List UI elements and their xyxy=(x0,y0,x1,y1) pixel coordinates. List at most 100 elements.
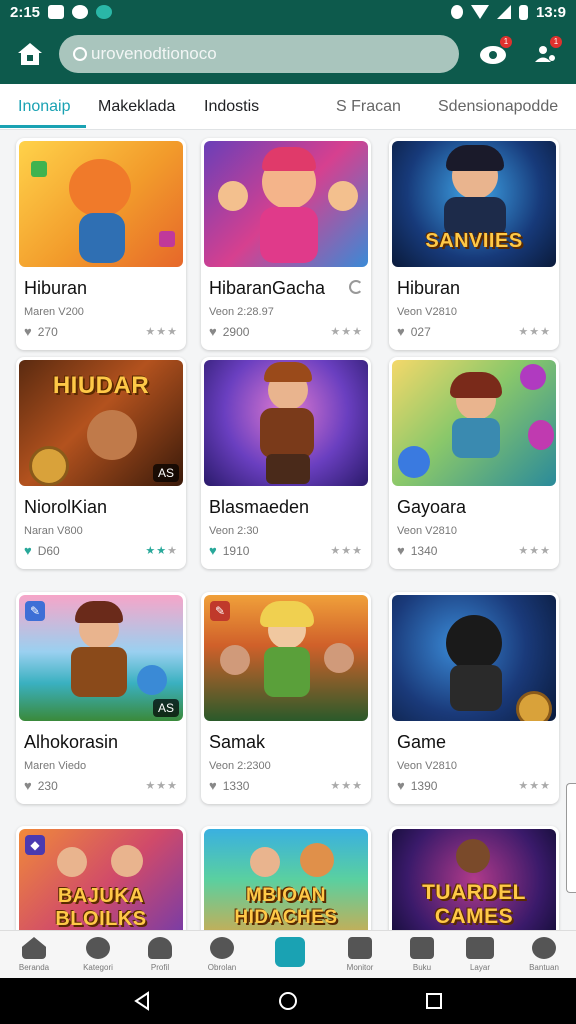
nav-screen[interactable]: Layar xyxy=(460,937,500,977)
back-icon[interactable] xyxy=(132,991,152,1011)
game-thumbnail xyxy=(392,360,556,486)
edit-icon[interactable]: ✎ xyxy=(25,601,45,621)
battery-icon xyxy=(518,4,528,20)
status-clock: 13:9 xyxy=(535,3,566,21)
home-icon xyxy=(18,43,42,65)
location-icon xyxy=(450,5,463,19)
game-card[interactable]: Blasmaeden Veon 2:30 ♥ 1910 ★★★ xyxy=(201,357,371,569)
nav-apps[interactable] xyxy=(270,937,310,977)
help-icon xyxy=(532,937,556,959)
chat-icon xyxy=(210,937,234,959)
like-count[interactable]: ♥ 1390 xyxy=(397,778,437,793)
game-title: Game xyxy=(397,732,447,752)
nav-chat[interactable]: Obrolan xyxy=(202,937,242,977)
tab-inonaip[interactable]: Inonaip xyxy=(18,98,71,116)
game-card[interactable]: MBIOAN HIDACHES xyxy=(201,826,371,930)
notification-icon xyxy=(72,5,89,19)
game-thumbnail: TUARDEL CAMES xyxy=(392,829,556,930)
game-card[interactable]: Hiburan Maren V200 ♥ 270 ★★★ xyxy=(16,138,186,350)
game-title: Gayoara xyxy=(397,497,467,517)
rating-stars: ★★★ xyxy=(330,780,363,792)
like-count[interactable]: ♥ 1340 xyxy=(397,543,437,558)
heart-icon: ♥ xyxy=(24,324,32,339)
rating-stars: ★★★ xyxy=(145,545,178,557)
game-thumbnail: HIUDAR AS xyxy=(19,360,183,486)
game-thumbnail: ◆ BAJUKA BLOILKS xyxy=(19,829,183,930)
game-thumbnail xyxy=(19,141,183,267)
nav-help[interactable]: Bantuan xyxy=(524,937,564,977)
game-card[interactable]: Gayoara Veon V2810 ♥ 1340 ★★★ xyxy=(389,357,559,569)
gallery-icon xyxy=(48,5,65,19)
rating-stars: ★★★ xyxy=(330,326,363,338)
like-count[interactable]: ♥ 027 xyxy=(397,324,431,339)
game-subtitle: Maren Viedo xyxy=(24,760,87,772)
recents-icon[interactable] xyxy=(424,991,444,1011)
monitor-icon xyxy=(348,937,372,959)
heart-icon: ♥ xyxy=(209,324,217,339)
app-notification-icon xyxy=(96,5,113,19)
nav-book[interactable]: Buku xyxy=(402,937,442,977)
app-bar: urovenodtionoco 1 1 xyxy=(0,24,576,84)
shield-icon: ◆ xyxy=(25,835,45,855)
bottom-navigation: Beranda Kategori Profil Obrolan Monitor … xyxy=(0,930,576,978)
profile-button[interactable]: 1 xyxy=(532,36,562,68)
heart-icon: ♥ xyxy=(397,324,405,339)
wifi-icon xyxy=(470,5,489,19)
edit-icon[interactable]: ✎ xyxy=(210,601,230,621)
game-thumbnail xyxy=(204,360,368,486)
side-panel-handle[interactable] xyxy=(566,783,576,893)
search-input[interactable]: urovenodtionoco xyxy=(59,35,459,73)
game-grid: Hiburan Maren V200 ♥ 270 ★★★ HibaranGacha… xyxy=(0,130,576,930)
profile-badge: 1 xyxy=(550,36,562,48)
nav-monitor[interactable]: Monitor xyxy=(340,937,380,977)
heart-icon: ♥ xyxy=(209,778,217,793)
heart-icon: ♥ xyxy=(24,543,32,558)
nav-home[interactable]: Beranda xyxy=(14,937,54,977)
game-card[interactable]: ✎ Samak Veon 2:2300 ♥ 1330 ★★★ xyxy=(201,592,371,804)
home-button[interactable] xyxy=(17,41,43,67)
like-count[interactable]: ♥ 1910 xyxy=(209,543,249,558)
game-thumbnail xyxy=(392,595,556,721)
category-tabs: Inonaip Makeklada Indostis S Fracan Sden… xyxy=(0,84,576,130)
game-card[interactable]: SANVIIES Hiburan Veon V2810 ♥ 027 ★★★ xyxy=(389,138,559,350)
home-circle-icon[interactable] xyxy=(278,991,298,1011)
loading-icon xyxy=(349,280,363,294)
rating-stars: ★★★ xyxy=(330,545,363,557)
tab-makeklada[interactable]: Makeklada xyxy=(98,98,175,116)
game-thumbnail xyxy=(204,141,368,267)
game-thumbnail: ✎ AS xyxy=(19,595,183,721)
game-title: Samak xyxy=(209,732,266,752)
age-badge: AS xyxy=(152,699,179,717)
game-card[interactable]: HIUDAR AS NiorolKian Naran V800 ♥ D60 ★★★ xyxy=(16,357,186,569)
game-card[interactable]: Game Veon V2810 ♥ 1390 ★★★ xyxy=(389,592,559,804)
tab-indostis[interactable]: Indostis xyxy=(204,98,259,116)
game-title: Alhokorasin xyxy=(24,732,119,752)
book-icon xyxy=(410,937,434,959)
game-card[interactable]: TUARDEL CAMES xyxy=(389,826,559,930)
tab-sfracan[interactable]: S Fracan xyxy=(336,98,401,116)
game-card[interactable]: ✎ AS Alhokorasin Maren Viedo ♥ 230 ★★★ xyxy=(16,592,186,804)
game-art-text: MBIOAN HIDACHES xyxy=(234,885,338,928)
game-subtitle: Veon V2810 xyxy=(397,525,457,537)
search-icon xyxy=(86,937,110,959)
nav-category[interactable]: Kategori xyxy=(78,937,118,977)
game-thumbnail: SANVIIES xyxy=(392,141,556,267)
tab-sdensionapodde[interactable]: Sdensionapodde xyxy=(438,98,558,116)
game-card[interactable]: ◆ BAJUKA BLOILKS xyxy=(16,826,186,930)
status-bar: 2:15 13:9 xyxy=(0,0,576,24)
nav-profile[interactable]: Profil xyxy=(140,937,180,977)
rating-stars: ★★★ xyxy=(145,780,178,792)
notifications-button[interactable]: 1 xyxy=(478,36,512,68)
like-count[interactable]: ♥ 230 xyxy=(24,778,58,793)
game-thumbnail: ✎ xyxy=(204,595,368,721)
like-count[interactable]: ♥ 1330 xyxy=(209,778,249,793)
game-subtitle: Veon V2810 xyxy=(397,306,457,318)
like-count[interactable]: ♥ 270 xyxy=(24,324,58,339)
game-art-text: SANVIIES xyxy=(425,230,523,252)
screen-icon xyxy=(466,937,494,959)
like-count[interactable]: ♥ 2900 xyxy=(209,324,249,339)
like-count[interactable]: ♥ D60 xyxy=(24,543,60,558)
game-subtitle: Maren V200 xyxy=(24,306,84,318)
game-card[interactable]: HibaranGacha Veon 2:28.97 ♥ 2900 ★★★ xyxy=(201,138,371,350)
game-art-text: TUARDEL CAMES xyxy=(422,881,526,928)
